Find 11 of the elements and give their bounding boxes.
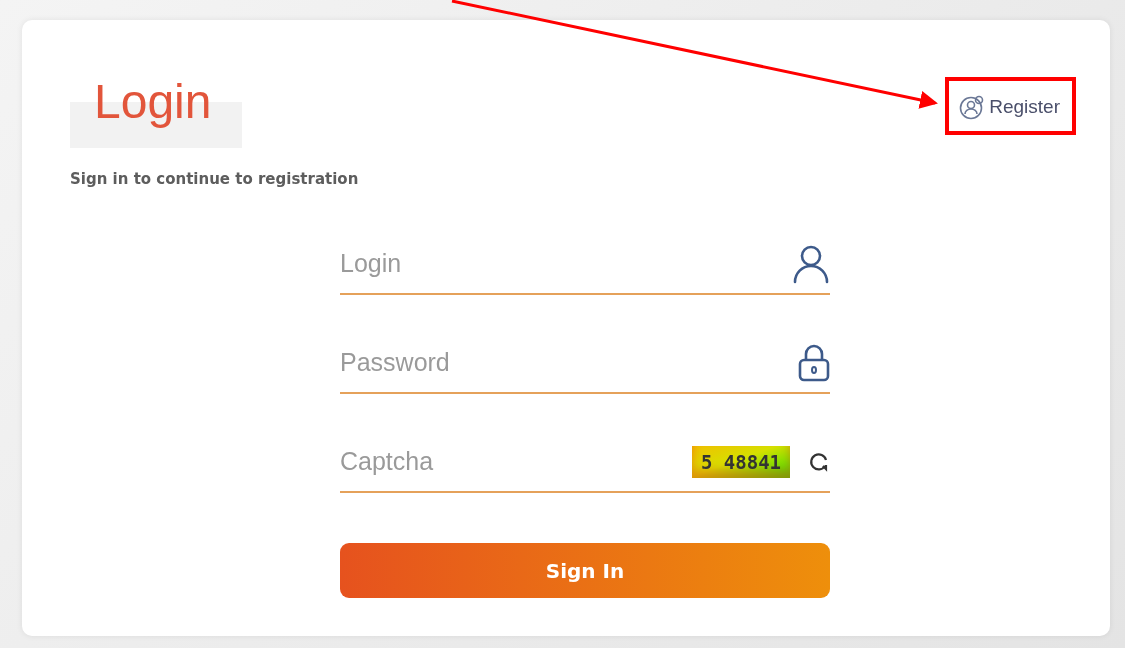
register-link[interactable]: Register (959, 94, 1060, 120)
page-title: Login (94, 74, 212, 130)
subtitle: Sign in to continue to registration (70, 170, 360, 188)
lock-icon (798, 343, 830, 382)
captcha-image: 5 48841 (692, 445, 790, 478)
refresh-icon[interactable] (808, 450, 830, 473)
user-badge-icon (959, 94, 986, 120)
user-icon (792, 243, 830, 284)
captcha-field[interactable]: Captcha (340, 447, 682, 476)
login-field[interactable]: Login (340, 249, 782, 278)
password-field[interactable]: Password (340, 348, 788, 377)
